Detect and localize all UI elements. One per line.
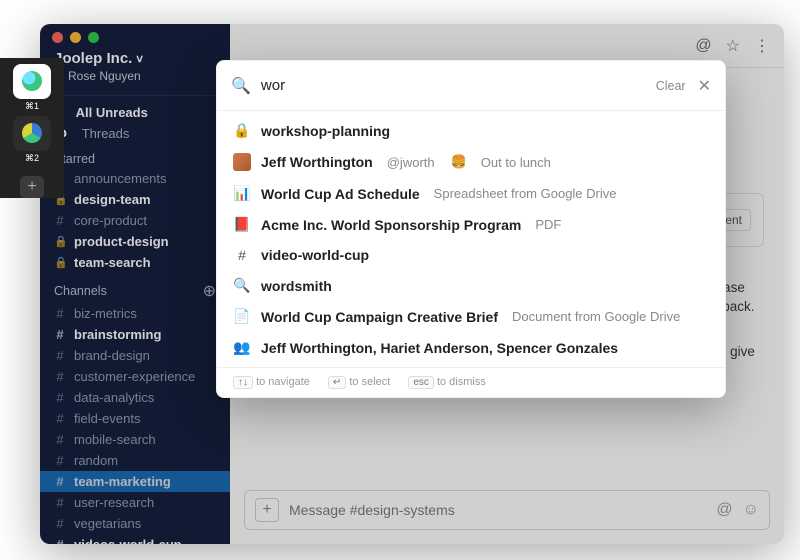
hash-icon: # — [233, 247, 251, 263]
search-icon: 🔍 — [231, 76, 251, 96]
result-label: wordsmith — [261, 278, 332, 294]
sheet-icon: 📊 — [233, 185, 251, 202]
search-result[interactable]: 🔒 workshop-planning — [217, 115, 725, 146]
result-label: World Cup Campaign Creative Brief — [261, 309, 498, 325]
search-result[interactable]: 📄 World Cup Campaign Creative Brief Docume… — [217, 301, 725, 332]
dock-app-2[interactable] — [13, 116, 51, 151]
search-result[interactable]: 📊 World Cup Ad Schedule Spreadsheet from G… — [217, 178, 725, 209]
search-result[interactable]: Jeff Worthington @jworth 🍔 Out to lunch — [217, 146, 725, 178]
os-dock: ⌘1 ⌘2 + — [0, 58, 64, 198]
result-sub: PDF — [535, 217, 561, 232]
dock-shortcut-1: ⌘1 — [25, 101, 39, 112]
result-sub: @jworth — [387, 155, 435, 170]
result-label: Jeff Worthington, Hariet Anderson, Spenc… — [261, 340, 618, 356]
result-label: video-world-cup — [261, 247, 369, 263]
search-icon: 🔍 — [233, 277, 251, 294]
search-clear-button[interactable]: Clear — [656, 79, 686, 93]
search-result[interactable]: 🔍 wordsmith — [217, 270, 725, 301]
status-text: Out to lunch — [481, 155, 551, 170]
search-result[interactable]: 👥 Jeff Worthington, Hariet Anderson, Spen… — [217, 332, 725, 363]
result-label: workshop-planning — [261, 123, 390, 139]
pdf-icon: 📕 — [233, 216, 251, 233]
result-label: Jeff Worthington — [261, 154, 373, 170]
search-hints: ↑↓ to navigate ↵ to select esc to dismis… — [217, 367, 725, 397]
search-result[interactable]: # video-world-cup — [217, 240, 725, 270]
lock-icon: 🔒 — [233, 122, 251, 139]
search-close-button[interactable]: ✕ — [698, 76, 711, 96]
dm-icon: 👥 — [233, 339, 251, 356]
search-result[interactable]: 📕 Acme Inc. World Sponsorship Program PDF — [217, 209, 725, 240]
avatar-icon — [233, 153, 251, 171]
slack-window: Joolep Inc. ⅴ Rose Nguyen All Unreads Th… — [40, 24, 784, 544]
result-sub: Document from Google Drive — [512, 309, 680, 324]
result-label: Acme Inc. World Sponsorship Program — [261, 217, 521, 233]
status-emoji: 🍔 — [451, 154, 467, 170]
result-label: World Cup Ad Schedule — [261, 186, 420, 202]
doc-icon: 📄 — [233, 308, 251, 325]
search-popover: 🔍 Clear ✕ 🔒 workshop-planning Jeff Worthin… — [216, 60, 726, 398]
search-results: 🔒 workshop-planning Jeff Worthington @jwort… — [217, 111, 725, 367]
dock-shortcut-2: ⌘2 — [25, 153, 39, 164]
search-input[interactable] — [261, 77, 656, 94]
dock-add-button[interactable]: + — [20, 176, 44, 198]
dock-app-1[interactable] — [13, 64, 51, 99]
result-sub: Spreadsheet from Google Drive — [434, 186, 617, 201]
